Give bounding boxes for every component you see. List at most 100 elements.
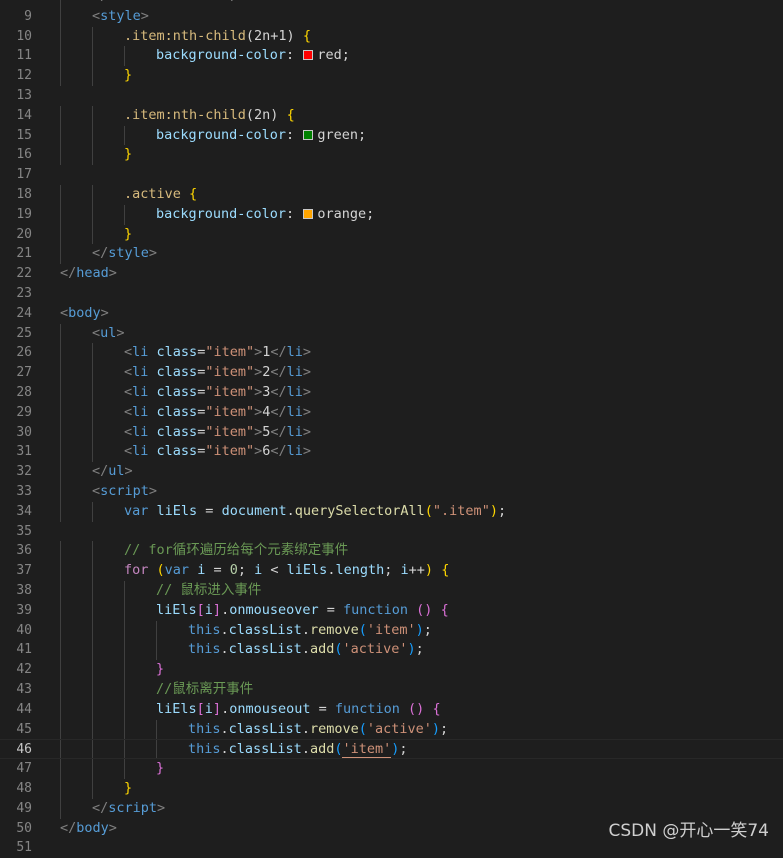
code-line[interactable]: 34 var liEls = document.querySelectorAll(…	[0, 501, 783, 522]
code-line[interactable]: 31 <li class="item">6</li>	[0, 442, 783, 463]
code-line[interactable]: 8</title>Document</title>	[0, 0, 783, 7]
code-token: ;	[384, 562, 401, 579]
indent-guide	[92, 343, 93, 364]
code-token: .active	[124, 186, 190, 202]
line-number: 19	[16, 206, 32, 222]
indent-guide	[60, 581, 61, 601]
code-line[interactable]: 18 .active {	[0, 185, 783, 205]
code-token: >	[149, 0, 157, 4]
code-token: .	[220, 720, 229, 737]
code-token: length	[335, 562, 385, 579]
code-token: ul	[108, 463, 125, 480]
code-text: </body>	[60, 819, 117, 839]
indent-guide	[60, 680, 61, 700]
code-line[interactable]: 28 <li class="item">3</li>	[0, 383, 783, 403]
code-line[interactable]: 36 // for循环遍历给每个元素绑定事件	[0, 541, 783, 562]
line-number: 42	[16, 662, 32, 678]
line-number: 12	[16, 68, 32, 84]
code-editor[interactable]: 8</title>Document</title>9<style>10.item…	[0, 0, 783, 855]
indent-guide	[60, 185, 61, 205]
code-text: this.classList.add('active');	[188, 640, 424, 660]
code-line[interactable]: 14 .item:nth-child(2n) {	[0, 105, 783, 126]
code-token: )	[407, 641, 416, 658]
code-token: 'item'	[366, 621, 416, 638]
code-line[interactable]: 39 liEls[i].onmouseover = function () {	[0, 600, 783, 621]
code-token: class	[156, 384, 198, 400]
code-token: }	[156, 661, 165, 678]
code-token: </	[60, 265, 77, 282]
code-line[interactable]: 21 </style>	[0, 244, 783, 265]
code-token: function	[334, 700, 400, 717]
code-line[interactable]: 44 liEls[i].onmouseout = function () {	[0, 699, 783, 720]
code-line[interactable]: 32 </ul>	[0, 462, 783, 482]
code-token: Document	[157, 0, 222, 4]
code-token: //鼠标离开事件	[156, 681, 254, 697]
code-line[interactable]: 42}	[0, 660, 783, 680]
color-swatch-icon[interactable]	[303, 129, 314, 140]
indent-guide	[92, 66, 93, 86]
code-token: {	[286, 106, 295, 123]
code-line[interactable]: 19 background-color: orange;	[0, 204, 783, 225]
code-line[interactable]: 46 this.classList.add('item');	[0, 739, 783, 760]
code-text: this.classList.remove('active');	[188, 720, 448, 740]
code-line[interactable]: 48}	[0, 779, 783, 799]
code-line[interactable]: 23	[0, 284, 783, 304]
code-line[interactable]: 38 // 鼠标进入事件	[0, 581, 783, 601]
code-token: :	[286, 47, 303, 64]
code-line[interactable]: 27 <li class="item">2</li>	[0, 363, 783, 383]
indent-guide	[92, 204, 93, 225]
code-line[interactable]: 11 background-color: red;	[0, 46, 783, 67]
indent-guide	[156, 640, 157, 661]
code-line[interactable]: 41 this.classList.add('active');	[0, 640, 783, 661]
code-line[interactable]: 10 .item:nth-child(2n+1) {	[0, 26, 783, 47]
indent-guide	[124, 680, 125, 700]
code-token: </	[270, 364, 287, 381]
code-line[interactable]: 17	[0, 165, 783, 185]
code-line[interactable]: 24 <body>	[0, 304, 783, 324]
code-line[interactable]: 47}	[0, 759, 783, 779]
indent-guide	[92, 145, 93, 166]
code-line[interactable]: 16}	[0, 145, 783, 166]
code-token: class	[156, 344, 198, 361]
code-token: </	[270, 403, 287, 420]
code-text: <ul>	[92, 324, 125, 344]
code-token: }	[124, 780, 133, 796]
code-line[interactable]: 30 <li class="item">5</li>	[0, 422, 783, 443]
code-token: >	[108, 819, 117, 836]
code-token: i	[204, 601, 213, 618]
code-line[interactable]: 29 <li class="item">4</li>	[0, 402, 783, 423]
color-swatch-icon[interactable]	[303, 208, 314, 219]
code-text: }	[124, 779, 132, 799]
code-token: title	[108, 0, 149, 4]
code-line[interactable]: 12}	[0, 66, 783, 86]
code-token: class	[156, 423, 198, 440]
code-token: .	[220, 621, 229, 638]
color-swatch-icon[interactable]	[303, 50, 314, 61]
code-token: <	[262, 562, 287, 579]
code-line[interactable]: 35	[0, 522, 783, 542]
code-token: head	[76, 265, 109, 282]
indent-guide	[92, 46, 93, 67]
code-line[interactable]: 45 this.classList.remove('active');	[0, 719, 783, 740]
code-line[interactable]: 37 for (var i = 0; i < liEls.length; i++)…	[0, 561, 783, 581]
line-number: 36	[16, 543, 32, 559]
code-token: </	[270, 344, 287, 361]
code-line[interactable]: 33 <script>	[0, 482, 783, 502]
indent-guide	[60, 204, 61, 225]
code-token: (	[358, 621, 367, 638]
code-line[interactable]: 15 background-color: green;	[0, 125, 783, 146]
code-token: for	[124, 562, 149, 579]
code-line[interactable]: 20}	[0, 224, 783, 245]
code-line[interactable]: 22 </head>	[0, 264, 783, 284]
code-line[interactable]: 25 <ul>	[0, 323, 783, 344]
code-line[interactable]: 43 //鼠标离开事件	[0, 680, 783, 700]
code-line[interactable]: 40 this.classList.remove('item');	[0, 620, 783, 641]
code-token: querySelectorAll	[294, 502, 425, 519]
code-token: )	[431, 720, 441, 737]
code-token: >	[108, 265, 117, 282]
code-line[interactable]: 13	[0, 86, 783, 106]
code-line[interactable]: 9 <style>	[0, 6, 783, 27]
code-line[interactable]: 51	[0, 838, 783, 858]
code-line[interactable]: 26 <li class="item">1</li>	[0, 343, 783, 364]
